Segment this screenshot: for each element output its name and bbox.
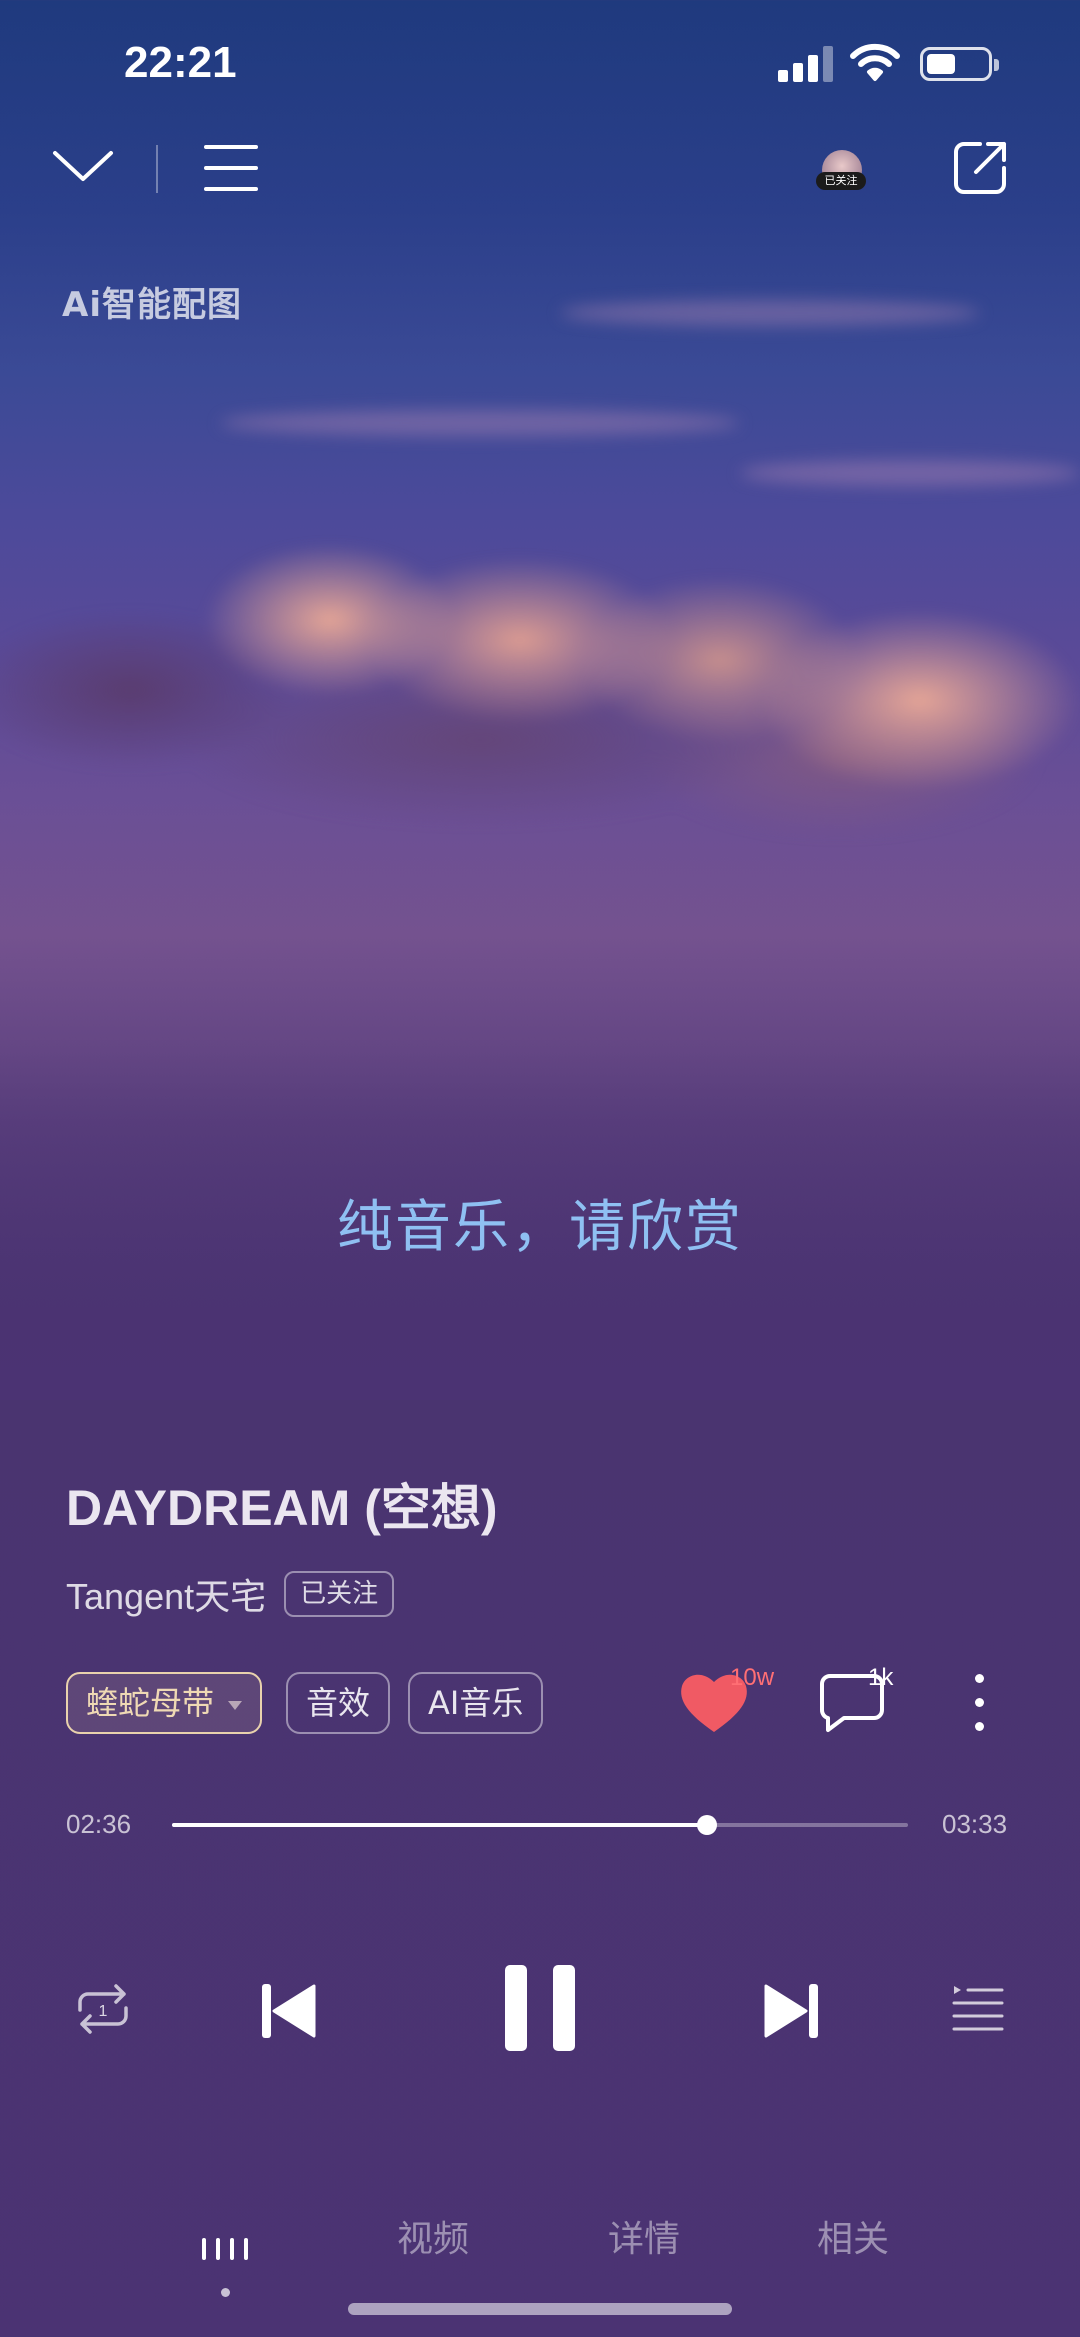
- current-time: 02:36: [66, 1809, 132, 1839]
- next-track-icon[interactable]: [764, 1982, 818, 2040]
- tab-details[interactable]: 详情: [608, 2210, 680, 2262]
- sound-quality-chip[interactable]: 蝰蛇母带: [66, 1672, 263, 1734]
- avatar-followed-tag: 已关注: [816, 172, 866, 190]
- sound-effects-chip[interactable]: 音效: [286, 1672, 391, 1734]
- pause-icon[interactable]: [505, 1965, 575, 2051]
- share-icon[interactable]: [950, 138, 1010, 198]
- tab-related[interactable]: 相关: [817, 2210, 889, 2262]
- artist-name[interactable]: Tangent天宅: [66, 1568, 266, 1620]
- collapse-chevron-down-icon[interactable]: [52, 148, 114, 184]
- more-options-icon[interactable]: [972, 1674, 986, 1732]
- ai-music-chip[interactable]: AI音乐: [408, 1672, 544, 1734]
- status-time: 22:21: [124, 38, 237, 87]
- repeat-count: 1: [99, 2003, 108, 2020]
- tab-video[interactable]: 视频: [397, 2210, 469, 2262]
- tab-lyrics-icon[interactable]: [200, 2236, 248, 2260]
- total-time: 03:33: [942, 1809, 1008, 1839]
- progress-fill: [172, 1823, 708, 1827]
- progress-slider[interactable]: [172, 1815, 908, 1835]
- previous-track-icon[interactable]: [262, 1982, 316, 2040]
- sky-cloud-streak: [220, 410, 740, 436]
- active-tab-indicator: [221, 2288, 230, 2297]
- like-count: 10w: [730, 1664, 775, 1691]
- menu-icon[interactable]: [204, 143, 258, 193]
- caret-down-icon: [228, 1701, 243, 1710]
- comment-count: 1k: [868, 1664, 894, 1691]
- sky-cloud-streak: [740, 460, 1080, 486]
- follow-button[interactable]: 已关注: [284, 1571, 395, 1617]
- nav-divider: [156, 145, 158, 193]
- lyric-line[interactable]: 纯音乐，请欣赏: [0, 1182, 1080, 1263]
- cellular-signal-icon: [778, 46, 834, 82]
- ai-artwork-badge[interactable]: Ai智能配图: [62, 277, 242, 326]
- background-cloud-image: [0, 490, 1080, 910]
- artist-row: Tangent天宅 已关注: [66, 1568, 395, 1620]
- sky-cloud-streak: [560, 300, 980, 326]
- sound-quality-label: 蝰蛇母带: [86, 1684, 215, 1722]
- home-indicator[interactable]: [348, 2303, 732, 2315]
- battery-icon: [920, 47, 999, 81]
- wifi-icon: [850, 43, 900, 81]
- bottom-tabs: 视频 详情 相关: [0, 2210, 1080, 2270]
- song-title[interactable]: DAYDREAM (空想): [66, 1468, 498, 1540]
- progress-thumb[interactable]: [697, 1815, 718, 1835]
- repeat-one-icon[interactable]: 1: [72, 1980, 134, 2038]
- playlist-icon[interactable]: [952, 1984, 1004, 2034]
